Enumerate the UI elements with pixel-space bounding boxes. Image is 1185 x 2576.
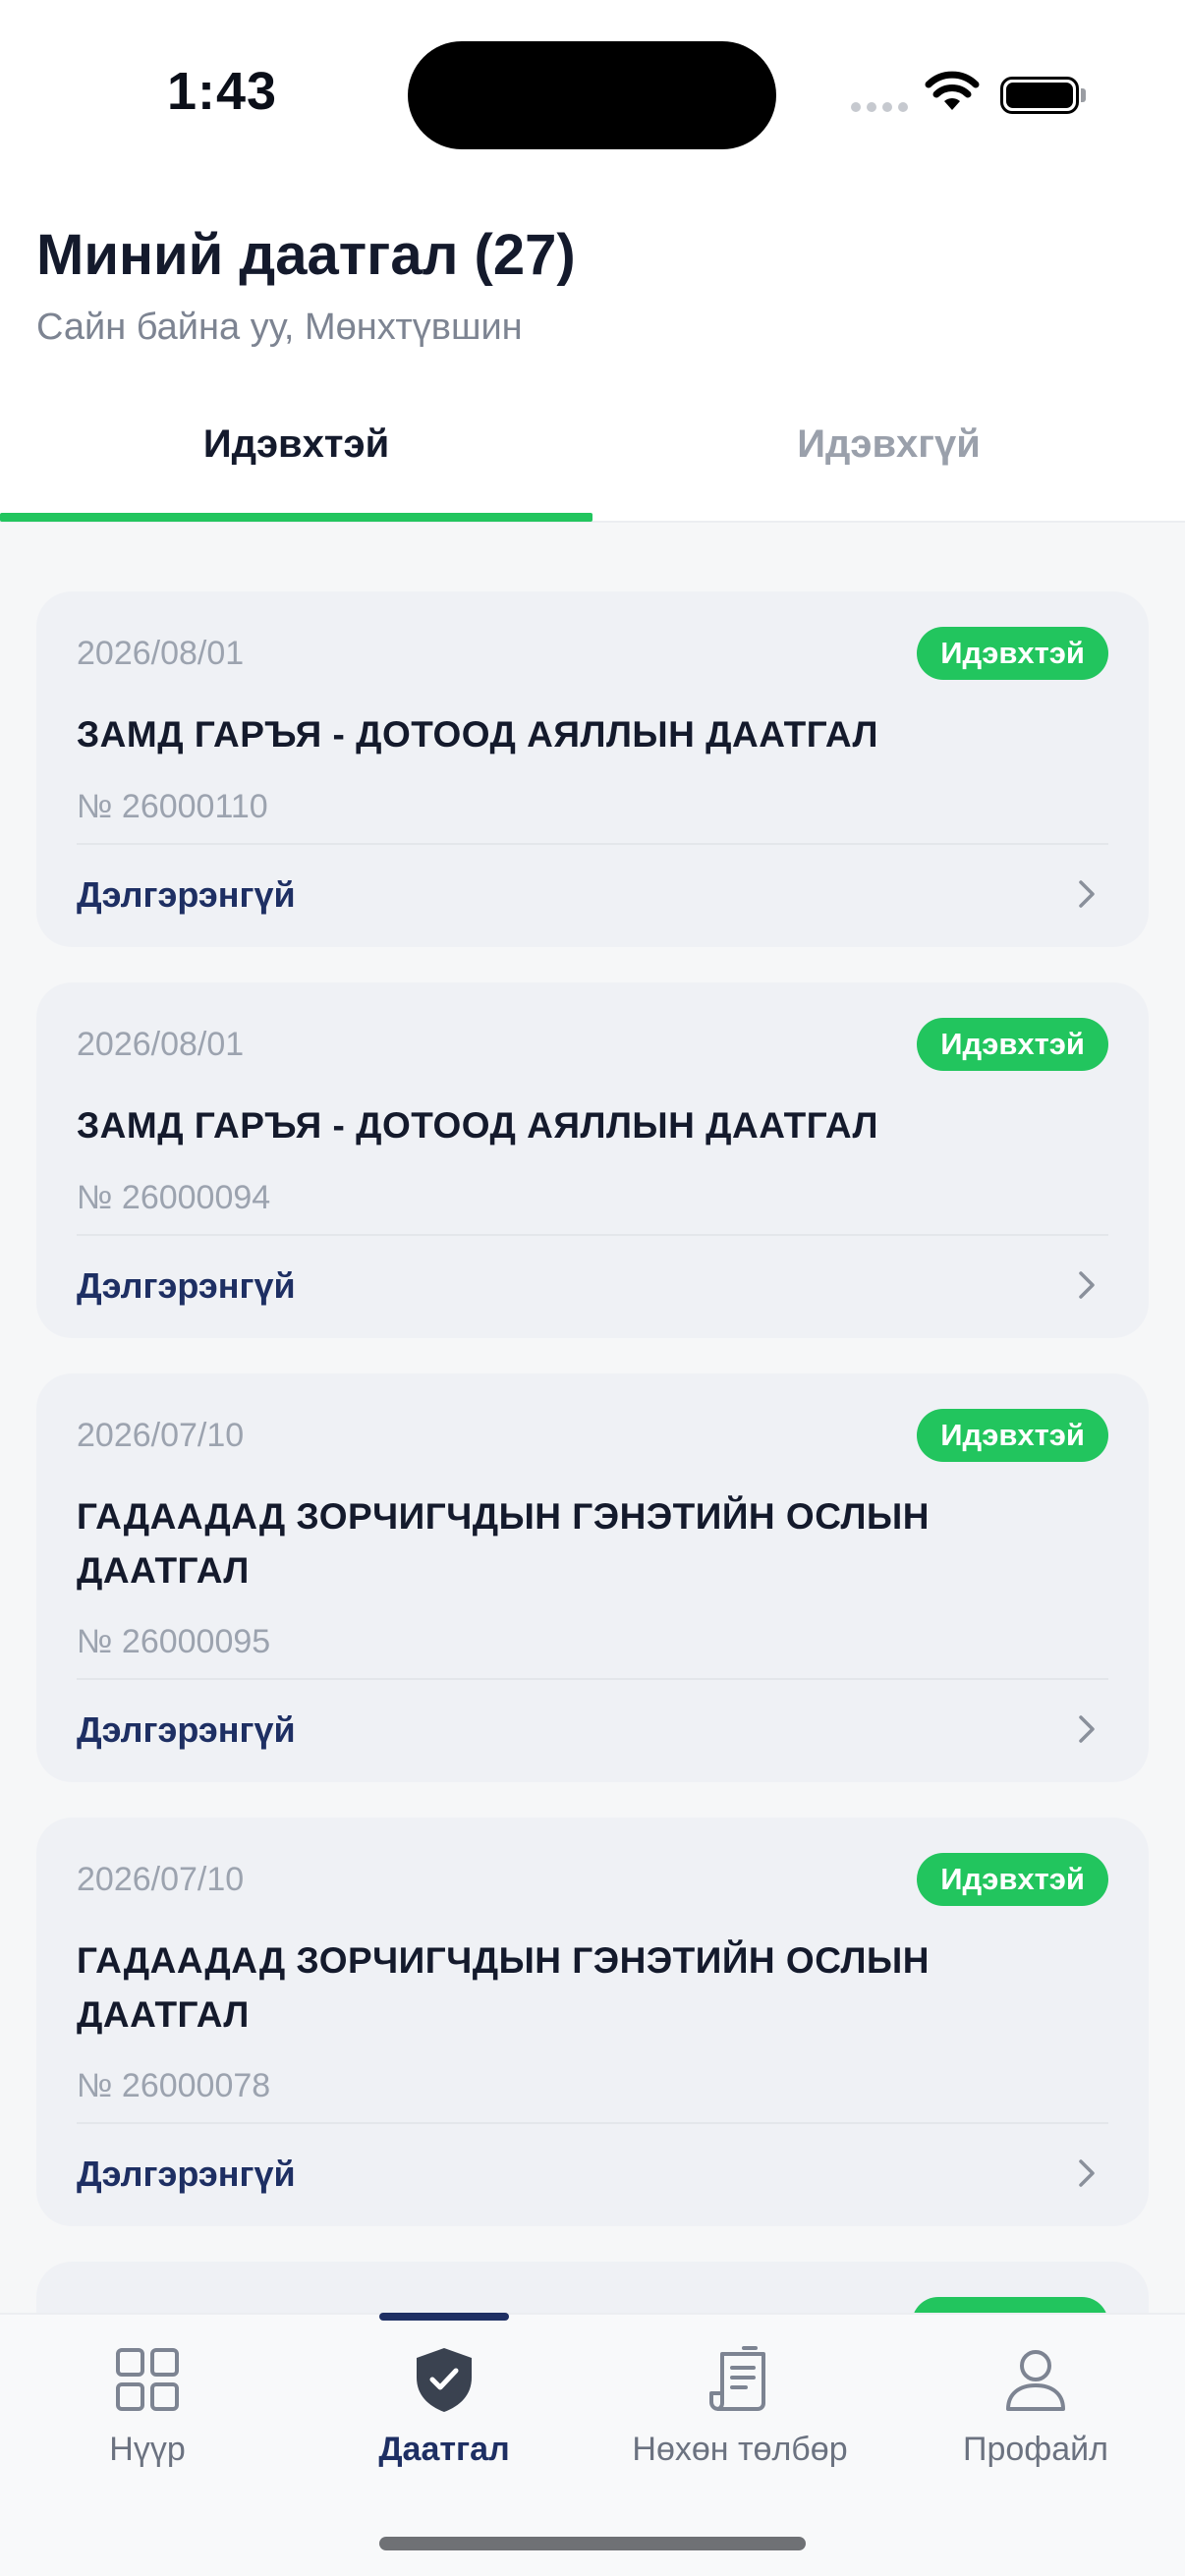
details-link[interactable]: Дэлгэрэнгүй [77,1265,296,1307]
status-time: 1:43 [167,62,278,121]
status-badge: Идэвхтэй [917,1409,1108,1462]
nav-item-home[interactable]: Нүүр [0,2344,295,2469]
card-divider [77,2122,1108,2124]
nav-item-insurance[interactable]: Даатгал [297,2344,592,2469]
battery-tip [1081,88,1086,102]
wifi-icon [925,71,980,110]
policy-card[interactable]: 2026/08/01 Идэвхтэй ЗАМД ГАРЪЯ - ДОТООД … [36,591,1149,947]
nav-label-profile: Профайл [963,2431,1108,2468]
nav-active-indicator [379,2313,509,2321]
details-link[interactable]: Дэлгэрэнгүй [77,874,296,916]
details-link[interactable]: Дэлгэрэнгүй [77,2154,296,2195]
policy-date: 2026/07/10 [77,1861,245,1898]
chevron-right-icon[interactable] [1069,1711,1104,1747]
receipt-icon [709,2346,765,2411]
policy-number: № 26000094 [77,1179,271,1216]
chevron-right-icon[interactable] [1069,876,1104,912]
card-divider [77,1234,1108,1236]
battery-icon [1000,77,1079,114]
policy-number: № 26000095 [77,1623,271,1660]
nav-item-claims[interactable]: Нөхөн төлбөр [592,2344,887,2469]
details-link[interactable]: Дэлгэрэнгүй [77,1709,296,1751]
policy-card-partial[interactable] [36,2262,1149,2313]
policy-date: 2026/08/01 [77,635,245,672]
nav-label-home: Нүүр [109,2431,186,2468]
user-icon [1006,2350,1065,2411]
policy-list[interactable]: 2026/08/01 Идэвхтэй ЗАМД ГАРЪЯ - ДОТООД … [0,523,1185,2313]
policy-title: ГАДААДАД ЗОРЧИГЧДЫН ГЭНЭТИЙН ОСЛЫН ДААТГ… [77,1496,930,1591]
policy-number: № 26000110 [77,788,268,825]
policy-date: 2026/08/01 [77,1026,245,1063]
policy-number: № 26000078 [77,2067,271,2104]
policy-title: ЗАМД ГАРЪЯ - ДОТООД АЯЛЛЫН ДААТГАЛ [77,714,878,755]
page-title: Миний даатгал (27) [36,223,576,287]
app-screen: 1:43 Миний даатгал (27) Сайн байна уу, М… [0,0,1185,2576]
card-divider [77,1678,1108,1680]
nav-label-insurance: Даатгал [378,2431,510,2468]
cellular-signal-icon [851,102,908,112]
policy-date: 2026/07/10 [77,1417,245,1454]
grid-icon [116,2348,179,2411]
shield-check-icon [417,2348,472,2412]
policy-title: ЗАМД ГАРЪЯ - ДОТООД АЯЛЛЫН ДААТГАЛ [77,1105,878,1146]
tab-active[interactable]: Идэвхтэй [0,422,592,467]
chevron-right-icon[interactable] [1069,2156,1104,2191]
status-badge [912,2297,1108,2313]
status-bar: 1:43 [0,0,1185,187]
status-badge: Идэвхтэй [917,1018,1108,1071]
tab-indicator [0,513,592,522]
policy-title: ГАДААДАД ЗОРЧИГЧДЫН ГЭНЭТИЙН ОСЛЫН ДААТГ… [77,1940,930,2035]
tab-inactive[interactable]: Идэвхгүй [592,422,1185,467]
status-badge: Идэвхтэй [917,1853,1108,1906]
nav-label-claims: Нөхөн төлбөр [632,2431,848,2468]
card-divider [77,843,1108,845]
greeting-text: Сайн байна уу, Мөнхтүвшин [36,307,523,348]
status-badge: Идэвхтэй [917,627,1108,680]
policy-card[interactable]: 2026/07/10 Идэвхтэй ГАДААДАД ЗОРЧИГЧДЫН … [36,1818,1149,2226]
home-indicator [379,2537,806,2550]
chevron-right-icon[interactable] [1069,1267,1104,1303]
dynamic-island [408,41,776,149]
policy-card[interactable]: 2026/07/10 Идэвхтэй ГАДААДАД ЗОРЧИГЧДЫН … [36,1373,1149,1782]
policy-card[interactable]: 2026/08/01 Идэвхтэй ЗАМД ГАРЪЯ - ДОТООД … [36,982,1149,1338]
nav-item-profile[interactable]: Профайл [888,2344,1183,2469]
